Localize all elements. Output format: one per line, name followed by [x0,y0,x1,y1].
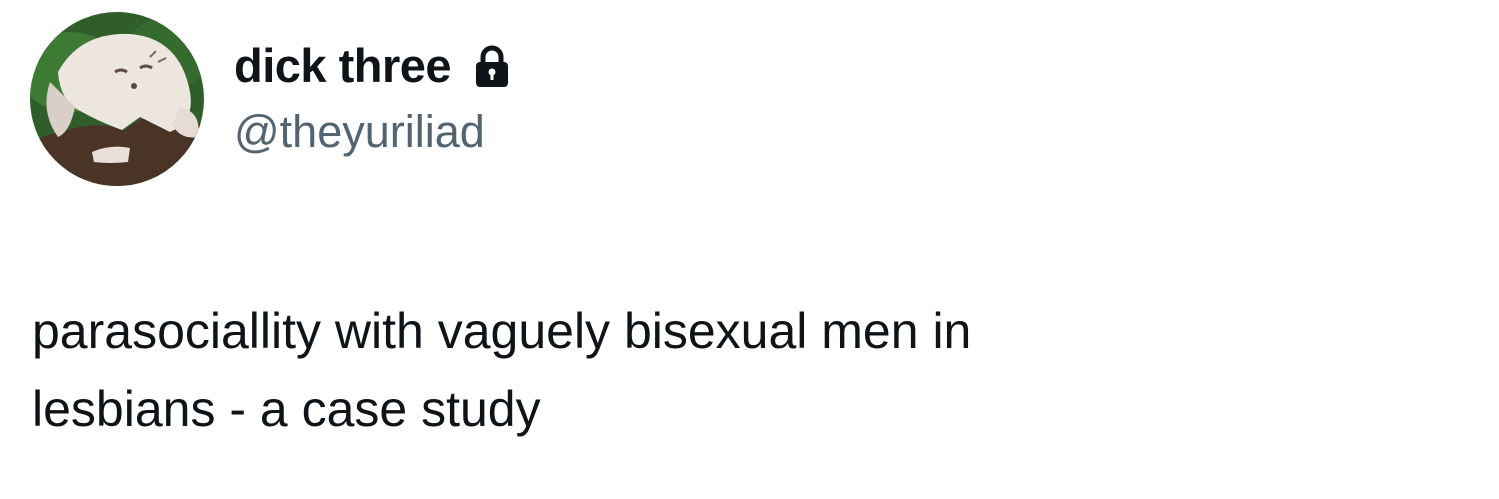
tweet-text: parasociallity with vaguely bisexual men… [32,303,972,437]
handle[interactable]: @theyuriliad [234,106,511,158]
avatar-image [30,12,204,186]
author-identity: dick three @theyuriliad [234,36,511,158]
display-name[interactable]: dick three [234,38,452,93]
lock-icon [473,45,511,89]
avatar[interactable] [30,12,204,186]
tweet-card: dick three @theyuriliad parasociallity w… [0,0,1499,499]
name-row: dick three [234,36,511,94]
